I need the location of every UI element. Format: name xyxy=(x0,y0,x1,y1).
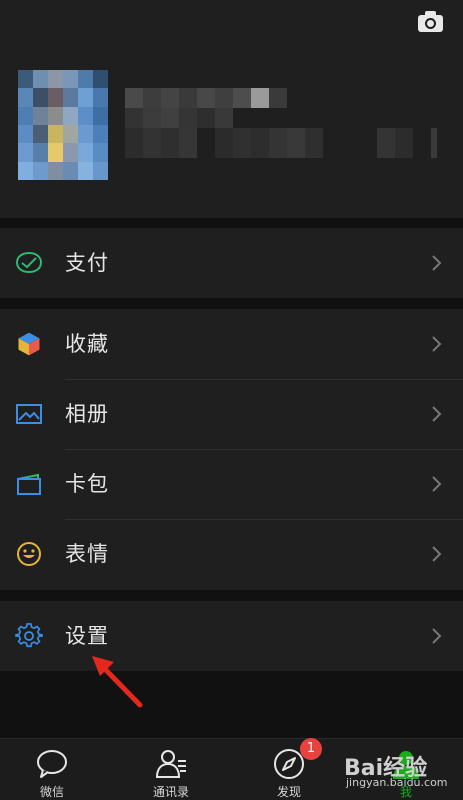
menu-item-pay[interactable]: 支付 xyxy=(0,228,463,298)
tab-discover-label: 发现 xyxy=(276,785,301,799)
menu-item-settings-label: 设置 xyxy=(65,624,109,648)
gear-icon xyxy=(15,623,43,649)
menu-item-settings[interactable]: 设置 xyxy=(0,601,463,671)
menu-item-pay-label: 支付 xyxy=(65,251,109,275)
menu-item-cards[interactable]: 卡包 xyxy=(0,449,463,519)
menu-item-stickers[interactable]: 表情 xyxy=(0,519,463,589)
person-icon xyxy=(389,747,423,781)
tab-me[interactable]: 我 xyxy=(360,739,452,800)
menu-item-favorites[interactable]: 收藏 xyxy=(0,309,463,379)
tab-chats-label: 微信 xyxy=(39,785,64,799)
chevron-right-icon xyxy=(431,254,443,272)
menu-group-main: 收藏 相册 卡包 表情 xyxy=(0,309,463,590)
chevron-right-icon xyxy=(431,405,443,423)
avatar[interactable] xyxy=(18,70,108,180)
profile-header[interactable] xyxy=(0,0,463,218)
card-icon xyxy=(15,471,43,497)
camera-icon[interactable] xyxy=(417,10,444,34)
picture-icon xyxy=(15,401,43,427)
menu-item-album-label: 相册 xyxy=(65,402,109,426)
tab-contacts-label: 通讯录 xyxy=(152,785,189,799)
menu-group-pay: 支付 xyxy=(0,228,463,298)
cube-icon xyxy=(15,331,43,357)
contacts-icon xyxy=(154,747,188,781)
profile-name-censored[interactable] xyxy=(125,88,445,163)
chat-bubble-icon xyxy=(35,747,69,781)
menu-item-favorites-label: 收藏 xyxy=(65,332,109,356)
smiley-icon xyxy=(15,541,43,567)
tab-me-label: 我 xyxy=(399,785,412,799)
menu-item-stickers-label: 表情 xyxy=(65,542,109,566)
discover-unread-badge: 1 xyxy=(300,738,322,760)
me-page-screen: 支付 收藏 相册 卡包 表情 设置 微信 通讯录 发现 我 1 Bai经验 ji… xyxy=(0,0,463,800)
menu-item-cards-label: 卡包 xyxy=(65,472,109,496)
chevron-right-icon xyxy=(431,545,443,563)
wallet-icon xyxy=(15,250,43,276)
menu-group-settings: 设置 xyxy=(0,601,463,671)
chevron-right-icon xyxy=(431,475,443,493)
tab-contacts[interactable]: 通讯录 xyxy=(125,739,217,800)
tab-chats[interactable]: 微信 xyxy=(6,739,98,800)
menu-item-album[interactable]: 相册 xyxy=(0,379,463,449)
chevron-right-icon xyxy=(431,335,443,353)
bottom-tab-bar: 微信 通讯录 发现 我 xyxy=(0,738,463,800)
chevron-right-icon xyxy=(431,627,443,645)
